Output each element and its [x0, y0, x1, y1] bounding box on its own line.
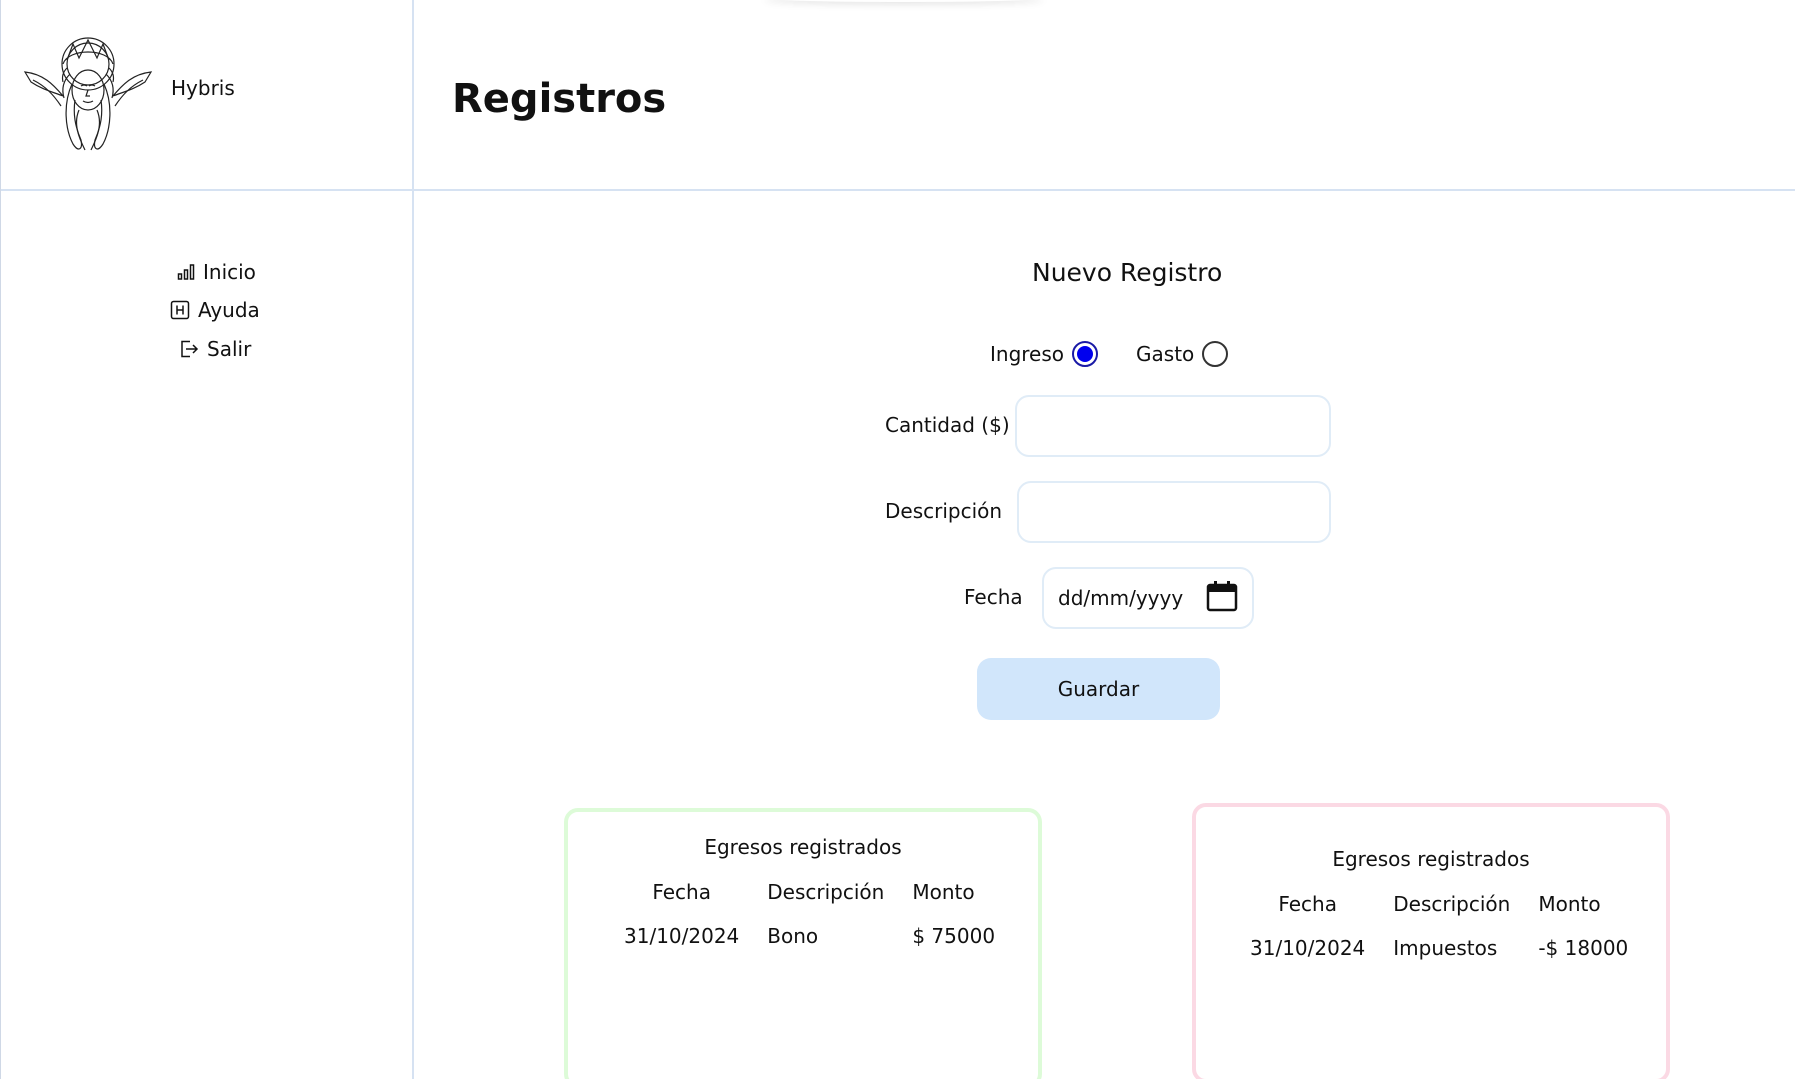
sidebar-item-label: Ayuda [198, 298, 260, 322]
radio-option-ingreso[interactable]: Ingreso [990, 341, 1099, 367]
cell-descripcion: Impuestos [1393, 936, 1498, 960]
calendar-icon[interactable] [1206, 580, 1238, 617]
main-content: Nuevo Registro Ingreso Gasto Cantidad ($… [414, 193, 1795, 1079]
sidebar-item-label: Inicio [203, 260, 256, 284]
gasto-radio[interactable] [1202, 341, 1229, 367]
amount-label: Cantidad ($) [885, 413, 1010, 437]
sidebar: Hybris Inicio Ayuda Salir [0, 0, 415, 1079]
date-label: Fecha [964, 585, 1023, 609]
table-row: 31/10/2024 Impuestos -$ 18000 [1236, 926, 1642, 970]
goddess-emblem-logo [23, 34, 153, 154]
page-title: Registros [452, 76, 667, 122]
radio-dot [1077, 346, 1094, 362]
expense-records-card: Egresos registrados Fecha Descripción Mo… [1192, 803, 1670, 1079]
amount-input[interactable] [1015, 395, 1331, 457]
logout-icon [179, 339, 199, 359]
sidebar-item-label: Salir [207, 337, 252, 361]
radio-option-gasto[interactable]: Gasto [1136, 341, 1229, 367]
ingreso-radio[interactable] [1072, 341, 1099, 367]
cell-monto: -$ 18000 [1538, 936, 1629, 960]
expense-records-table: Fecha Descripción Monto 31/10/2024 Impue… [1236, 882, 1642, 970]
date-placeholder: dd/mm/yyyy [1058, 586, 1184, 610]
column-header-monto: Monto [912, 880, 975, 904]
bar-chart-icon [177, 263, 195, 281]
header-shadow [764, 0, 1044, 2]
description-label: Descripción [885, 499, 1003, 523]
card-title: Egresos registrados [704, 835, 902, 859]
cell-fecha: 31/10/2024 [624, 924, 740, 948]
column-header-fecha: Fecha [1278, 892, 1337, 916]
table-header-row: Fecha Descripción Monto [1236, 882, 1642, 926]
page-header: Registros [414, 0, 1795, 191]
description-input[interactable] [1017, 481, 1331, 543]
brand: Hybris [1, 0, 415, 191]
cell-descripcion: Bono [767, 924, 819, 948]
column-header-descripcion: Descripción [1393, 892, 1511, 916]
income-records-card: Egresos registrados Fecha Descripción Mo… [564, 808, 1042, 1079]
table-header-row: Fecha Descripción Monto [610, 870, 1009, 914]
column-header-monto: Monto [1538, 892, 1601, 916]
date-input[interactable]: dd/mm/yyyy [1042, 567, 1254, 629]
income-records-table: Fecha Descripción Monto 31/10/2024 Bono … [610, 870, 1009, 958]
save-button[interactable]: Guardar [977, 658, 1220, 720]
column-header-fecha: Fecha [652, 880, 711, 904]
column-header-descripcion: Descripción [767, 880, 885, 904]
cell-monto: $ 75000 [912, 924, 996, 948]
card-title: Egresos registrados [1332, 847, 1530, 871]
sidebar-item-salir[interactable]: Salir [179, 337, 251, 361]
app: Hybris Inicio Ayuda Salir Registros Nuev… [0, 0, 1795, 1079]
radio-label: Ingreso [990, 342, 1065, 366]
brand-name: Hybris [171, 76, 235, 100]
sidebar-item-ayuda[interactable]: Ayuda [170, 298, 260, 322]
form-title: Nuevo Registro [1032, 258, 1223, 287]
help-box-icon [170, 300, 190, 320]
sidebar-item-inicio[interactable]: Inicio [177, 260, 256, 284]
table-row: 31/10/2024 Bono $ 75000 [610, 914, 1009, 958]
radio-label: Gasto [1136, 342, 1195, 366]
type-radio-group: Ingreso Gasto [990, 341, 1229, 367]
cell-fecha: 31/10/2024 [1250, 936, 1366, 960]
